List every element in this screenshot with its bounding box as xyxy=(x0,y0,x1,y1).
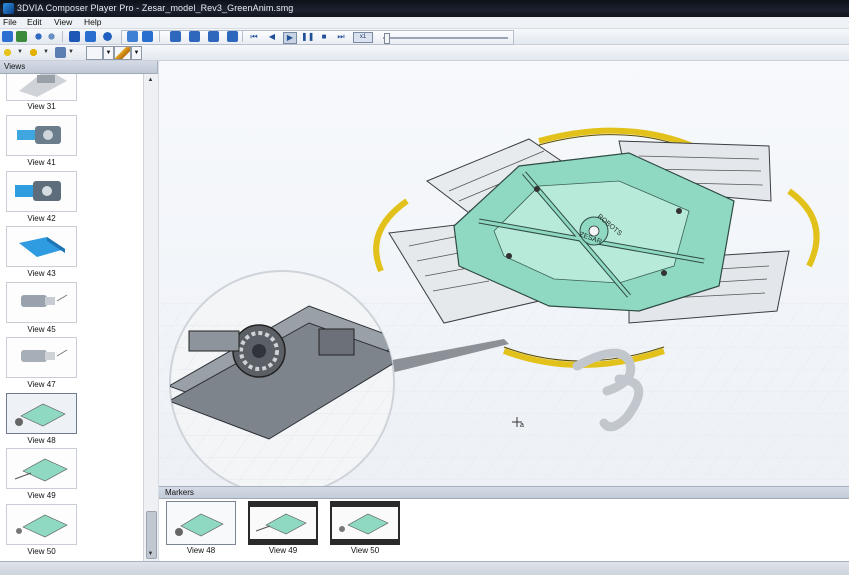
time-slider[interactable] xyxy=(383,37,508,39)
marker-thumbnail[interactable] xyxy=(330,501,400,545)
grid-icon[interactable] xyxy=(69,31,80,42)
assembly-icon-2[interactable] xyxy=(189,31,200,42)
view-thumbnail[interactable] xyxy=(6,504,77,545)
menu-bar: File Edit View Help xyxy=(0,17,849,28)
marker-thumbnail[interactable] xyxy=(248,501,318,545)
chevron-down-icon[interactable]: ▼ xyxy=(103,46,114,60)
view-label: View 31 xyxy=(27,102,56,111)
markers-panel: Markers View 48 View 49 View 50 xyxy=(159,486,849,562)
view-thumbnail[interactable] xyxy=(6,171,77,212)
first-frame-icon[interactable]: ⏮ xyxy=(248,32,260,42)
view-thumbnail[interactable] xyxy=(6,448,77,489)
assembly-icon-4[interactable] xyxy=(227,31,238,42)
speed-icon[interactable]: x1 xyxy=(353,32,373,43)
svg-text:a: a xyxy=(520,422,524,429)
markers-panel-header: Markers xyxy=(159,487,849,499)
status-bar xyxy=(0,561,849,575)
menu-view[interactable]: View xyxy=(54,17,72,28)
view-thumbnail[interactable] xyxy=(6,337,77,378)
display-toolbar: ▼ ▼ ▼ ▼ ▼ xyxy=(0,45,849,61)
rotate-icon[interactable] xyxy=(127,31,138,42)
save-icon[interactable] xyxy=(16,31,27,42)
view-thumbnail[interactable] xyxy=(6,226,77,267)
main-toolbar: ⏮ ◀ ▶ ❚❚ ■ ⏭ x1 xyxy=(0,29,849,45)
scroll-down-icon[interactable]: ▼ xyxy=(144,548,157,560)
view-label: View 48 xyxy=(27,436,56,445)
view-label: View 45 xyxy=(27,325,56,334)
render-mode-icon[interactable] xyxy=(28,47,39,58)
chevron-down-icon[interactable]: ▼ xyxy=(17,47,24,58)
chevron-down-icon[interactable]: ▼ xyxy=(131,46,142,60)
next-frame-icon[interactable]: ⏭ xyxy=(335,32,347,42)
redo-icon[interactable] xyxy=(46,31,57,42)
menu-file[interactable]: File xyxy=(3,17,17,28)
3d-viewport[interactable]: ROBOTS ZESAR a xyxy=(159,61,849,486)
prev-frame-icon[interactable]: ◀ xyxy=(266,32,278,42)
view-label: View 42 xyxy=(27,214,56,223)
assembly-icon-3[interactable] xyxy=(208,31,219,42)
views-list: View 31 View 41 View 42 View 43 View 45 … xyxy=(0,74,143,561)
material-icon[interactable] xyxy=(55,47,66,58)
view-label: View 43 xyxy=(27,269,56,278)
play-icon[interactable]: ▶ xyxy=(283,32,297,44)
light-icon[interactable] xyxy=(2,47,13,58)
chevron-down-icon[interactable]: ▼ xyxy=(43,47,50,58)
chevron-down-icon[interactable]: ▼ xyxy=(68,47,75,58)
camera-icon[interactable] xyxy=(142,31,153,42)
view-thumbnail[interactable] xyxy=(6,115,77,156)
view-label: View 47 xyxy=(27,380,56,389)
window-title: 3DVIA Composer Player Pro - Zesar_model_… xyxy=(17,3,294,13)
info-icon[interactable] xyxy=(102,31,113,42)
view-label: View 49 xyxy=(27,491,56,500)
marker-label: View 48 xyxy=(186,546,216,555)
views-scrollbar[interactable]: ▲ ▼ xyxy=(143,74,158,561)
time-slider-thumb[interactable] xyxy=(384,33,390,44)
view-thumbnail[interactable] xyxy=(6,74,77,101)
scroll-up-icon[interactable]: ▲ xyxy=(144,74,157,86)
view-thumbnail[interactable] xyxy=(6,282,77,323)
undo-icon[interactable] xyxy=(33,31,44,42)
stop-icon[interactable]: ■ xyxy=(318,32,330,42)
open-icon[interactable] xyxy=(2,31,13,42)
marker-label: View 50 xyxy=(350,546,380,555)
pause-icon[interactable]: ❚❚ xyxy=(301,32,314,42)
app-icon xyxy=(3,3,14,14)
view-label: View 41 xyxy=(27,158,56,167)
view-label: View 50 xyxy=(27,547,56,556)
menu-help[interactable]: Help xyxy=(84,17,101,28)
marker-label: View 49 xyxy=(268,546,298,555)
views-panel-title: Views xyxy=(4,62,26,71)
zoom-icon[interactable] xyxy=(85,31,96,42)
markers-panel-title: Markers xyxy=(165,488,194,497)
animation-toolbar: ⏮ ◀ ▶ ❚❚ ■ ⏭ x1 xyxy=(121,30,514,45)
menu-edit[interactable]: Edit xyxy=(27,17,42,28)
views-panel: Views View 31 View 41 View 42 View 43 Vi… xyxy=(0,61,158,561)
view-thumbnail-selected[interactable] xyxy=(6,393,77,434)
title-bar: 3DVIA Composer Player Pro - Zesar_model_… xyxy=(0,0,849,17)
views-panel-header: Views xyxy=(0,61,157,74)
select-icon[interactable] xyxy=(114,46,131,60)
pan-icon[interactable] xyxy=(86,46,103,60)
assembly-icon-1[interactable] xyxy=(170,31,181,42)
marker-thumbnail[interactable] xyxy=(166,501,236,545)
